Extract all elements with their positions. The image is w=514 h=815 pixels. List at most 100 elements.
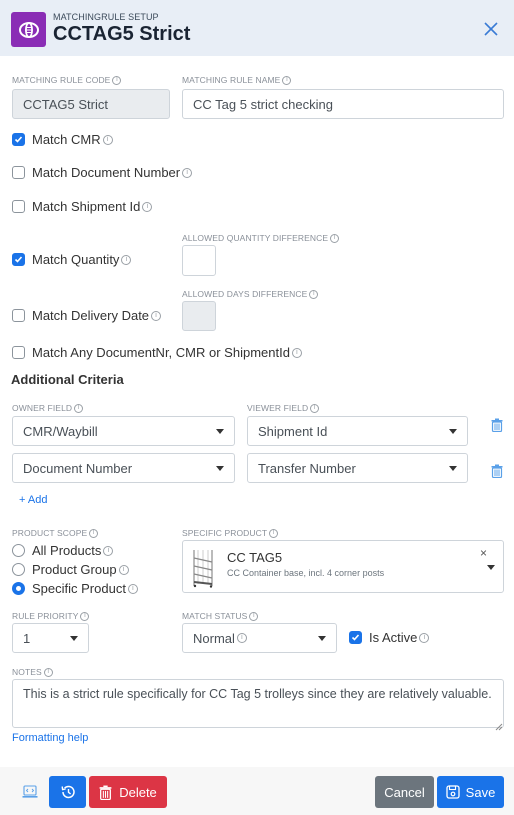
match-cmr-label: Match CMR [32,132,101,147]
quantity-diff-input[interactable] [182,245,216,276]
days-diff-label: ALLOWED DAYS DIFFERENCE i [182,289,319,300]
viewer-field-value: Shipment Id [258,423,328,439]
radio-unchecked-icon[interactable] [12,563,25,576]
quantity-diff-label: ALLOWED QUANTITY DIFFERENCE i [182,233,340,244]
viewer-field-label: VIEWER FIELD i [247,403,320,414]
radio-checked-icon[interactable] [12,582,25,595]
viewer-field-select[interactable]: Transfer Number [247,453,468,483]
info-icon[interactable]: i [182,167,193,178]
cancel-button-label: Cancel [384,784,425,800]
rule-name-label-text: MATCHING RULE NAME [182,75,281,85]
info-icon[interactable]: i [112,76,122,86]
save-button[interactable]: Save [437,776,504,808]
info-icon[interactable]: i [118,564,129,575]
rule-code-label-text: MATCHING RULE CODE [12,75,111,85]
info-icon[interactable]: i [282,76,292,86]
notes-textarea[interactable]: This is a strict rule specifically for C… [12,679,504,728]
match-status-label-text: MATCH STATUS [182,611,248,621]
match-cmr-checkbox[interactable]: Match CMR i [12,132,113,147]
delete-criteria-button[interactable] [491,464,503,479]
specific-product-label: SPECIFIC PRODUCT i [182,528,279,539]
match-any-checkbox[interactable]: Match Any DocumentNr, CMR or ShipmentId i [12,345,302,360]
info-icon[interactable]: i [269,529,279,539]
match-document-number-checkbox[interactable]: Match Document Number i [12,165,193,180]
info-icon[interactable]: i [310,404,320,414]
checkbox-unchecked-icon[interactable] [12,346,25,359]
is-active-label: Is Active [369,630,418,645]
resize-handle-icon[interactable] [495,718,503,736]
info-icon[interactable]: i [151,310,162,321]
product-scope-label-text: PRODUCT SCOPE [12,528,88,538]
delete-button[interactable]: Delete [89,776,167,808]
match-status-select[interactable]: Normal i [182,623,337,653]
scope-all-products-label: All Products [32,543,102,558]
info-icon[interactable]: i [80,612,90,622]
owner-field-select[interactable]: Document Number [12,453,235,483]
info-icon[interactable]: i [236,633,247,643]
info-icon[interactable]: i [89,529,99,539]
close-icon [484,22,498,36]
rule-name-input[interactable]: CC Tag 5 strict checking [182,89,504,119]
clear-product-button[interactable]: × [480,546,487,560]
laptop-code-icon [22,785,38,798]
additional-criteria-title: Additional Criteria [11,372,124,387]
checkbox-unchecked-icon[interactable] [12,166,25,179]
specific-product-label-text: SPECIFIC PRODUCT [182,528,268,538]
scope-radio-specific-product[interactable]: Specific Product i [12,581,138,596]
rule-code-label: MATCHING RULE CODE i [12,75,122,86]
info-icon[interactable]: i [74,404,84,414]
info-icon[interactable]: i [103,545,114,556]
match-quantity-checkbox[interactable]: Match Quantity i [12,252,132,267]
match-shipment-id-label: Match Shipment Id [32,199,141,214]
match-status-value: Normal [193,630,235,646]
info-icon[interactable]: i [121,254,132,265]
rule-priority-value: 1 [23,630,31,646]
info-icon[interactable]: i [142,201,153,212]
owner-field-label: OWNER FIELD i [12,403,84,414]
rule-code-input: CCTAG5 Strict [12,89,170,119]
scope-product-group-label: Product Group [32,562,117,577]
add-criteria-link[interactable]: + Add [19,494,47,506]
owner-field-select[interactable]: CMR/Waybill [12,416,235,446]
checkbox-unchecked-icon[interactable] [12,200,25,213]
match-delivery-date-checkbox[interactable]: Match Delivery Date i [12,308,162,323]
info-icon[interactable]: i [43,668,53,678]
history-button[interactable] [49,776,86,808]
trolley-product-image [191,548,215,593]
caret-down-icon [449,466,457,471]
info-icon[interactable]: i [249,612,259,622]
info-icon[interactable]: i [309,290,319,300]
matching-rule-icon [11,12,46,47]
cancel-button[interactable]: Cancel [375,776,434,808]
checkbox-unchecked-icon[interactable] [12,309,25,322]
formatting-help-link[interactable]: Formatting help [12,732,88,744]
code-view-button[interactable] [22,785,38,804]
info-icon[interactable]: i [102,134,113,145]
match-shipment-id-checkbox[interactable]: Match Shipment Id i [12,199,153,214]
viewer-field-select[interactable]: Shipment Id [247,416,468,446]
scope-specific-product-label: Specific Product [32,581,126,596]
specific-product-select[interactable]: CC TAG5 CC Container base, incl. 4 corne… [182,540,504,593]
checkbox-checked-icon[interactable] [12,253,25,266]
caret-down-icon [70,636,78,641]
product-description: CC Container base, incl. 4 corner posts [227,568,385,578]
scope-radio-all-products[interactable]: All Products i [12,543,114,558]
delete-button-label: Delete [119,784,157,800]
caret-down-icon [216,466,224,471]
scope-radio-product-group[interactable]: Product Group i [12,562,129,577]
match-status-label: MATCH STATUS i [182,611,259,622]
delete-criteria-button[interactable] [491,418,503,433]
trash-icon [491,418,503,433]
checkbox-checked-icon[interactable] [12,133,25,146]
owner-field-value: Document Number [23,460,133,476]
info-icon[interactable]: i [330,234,340,244]
checkbox-checked-icon[interactable] [349,631,362,644]
caret-down-icon [318,636,326,641]
close-button[interactable] [481,19,501,39]
is-active-checkbox[interactable]: Is Active i [349,630,430,645]
rule-priority-select[interactable]: 1 [12,623,89,653]
info-icon[interactable]: i [127,583,138,594]
radio-unchecked-icon[interactable] [12,544,25,557]
info-icon[interactable]: i [419,632,430,643]
info-icon[interactable]: i [291,347,302,358]
